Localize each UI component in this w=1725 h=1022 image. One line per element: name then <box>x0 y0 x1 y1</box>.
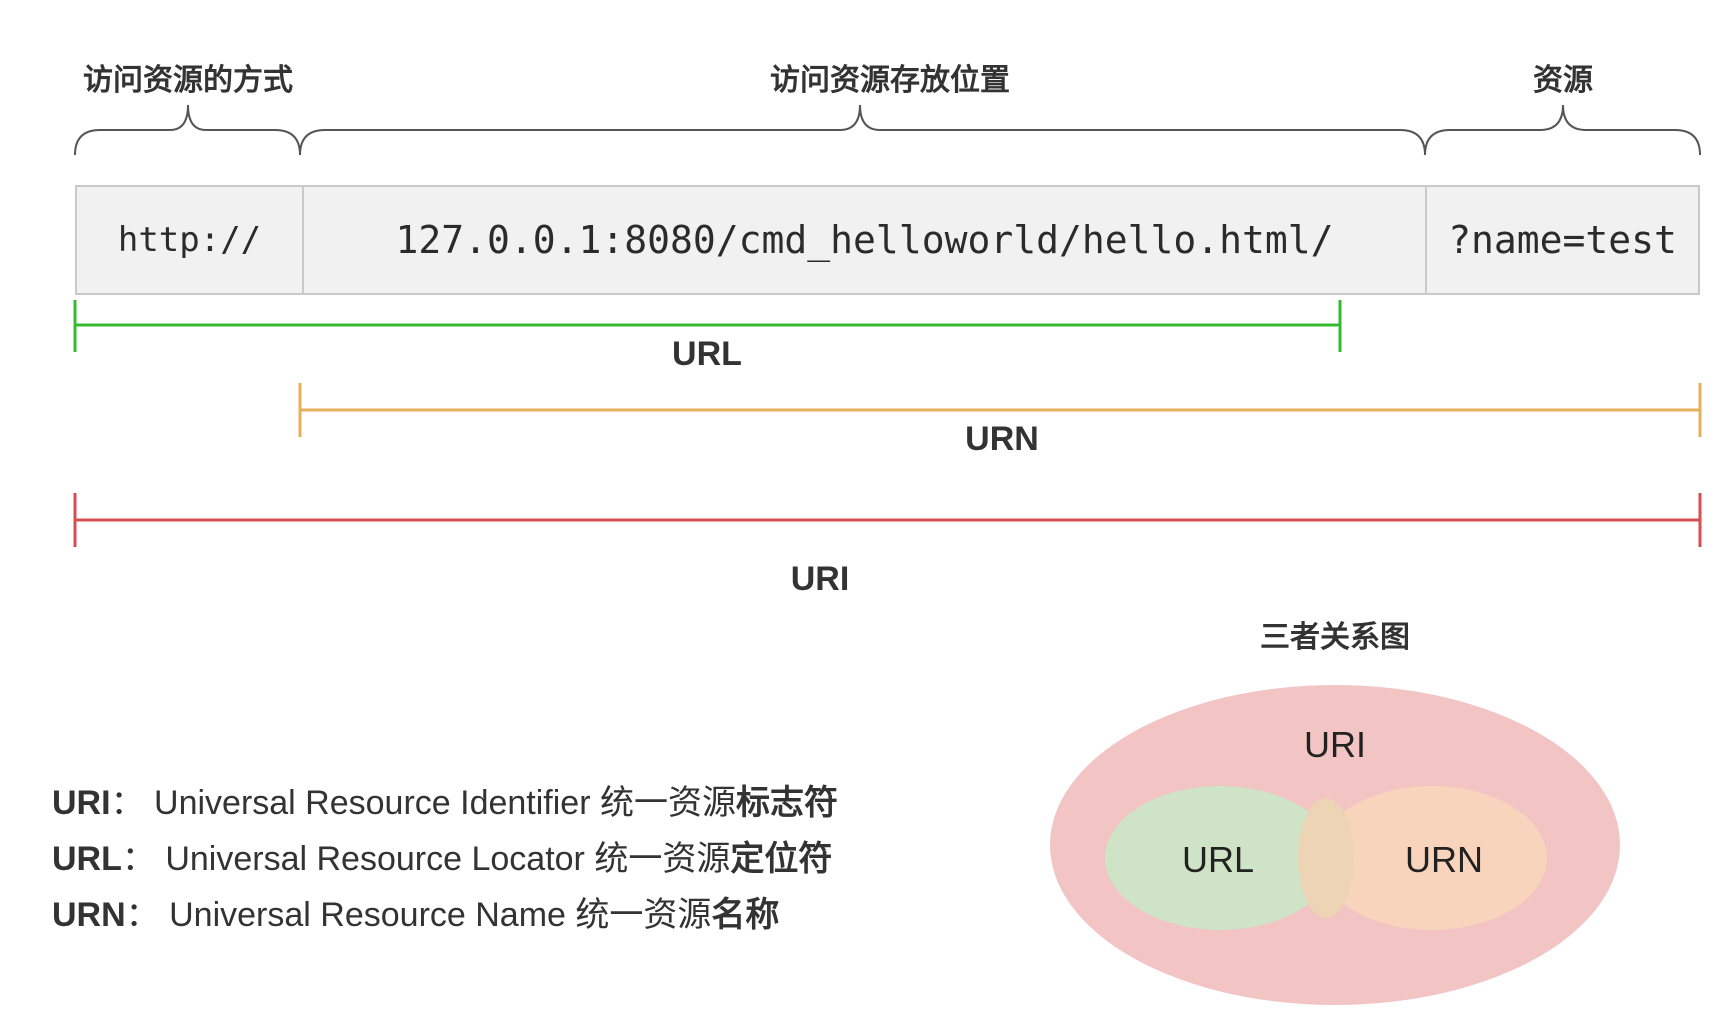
legend-abbr: URN <box>52 896 126 934</box>
venn-uri-label: URI <box>1304 724 1366 765</box>
url-path: 127.0.0.1:8080/cmd_helloworld/hello.html… <box>395 218 1334 262</box>
venn-diagram: URI URL URN <box>1050 685 1620 1005</box>
legend-zh: 统一资源 <box>575 896 712 934</box>
venn-urn-label: URN <box>1405 839 1483 880</box>
label-access-method: 访问资源的方式 <box>83 63 293 98</box>
urn-range-label: URN <box>965 420 1039 458</box>
legend-zh-bold: 名称 <box>711 896 780 934</box>
legend-item-urn: URN： Universal Resource Name 统一资源名称 <box>52 887 838 943</box>
legend-full: Universal Resource Identifier <box>154 784 591 822</box>
brace-location <box>299 104 1426 156</box>
uri-range-label: URI <box>790 560 850 598</box>
legend-zh: 统一资源 <box>600 784 736 822</box>
venn-url-label: URL <box>1182 839 1254 880</box>
url-range-label: URL <box>672 335 742 373</box>
legend-abbr: URI <box>52 784 111 822</box>
legend-zh: 统一资源 <box>594 840 731 878</box>
legend: URI： Universal Resource Identifier 统一资源标… <box>52 775 838 943</box>
url-query: ?name=test <box>1448 218 1677 262</box>
legend-item-url: URL： Universal Resource Locator 统一资源定位符 <box>52 831 838 887</box>
overlap-region <box>1298 798 1354 918</box>
legend-zh-bold: 标志符 <box>736 784 838 822</box>
legend-item-uri: URI： Universal Resource Identifier 统一资源标… <box>52 775 838 831</box>
legend-abbr: URL <box>52 840 122 878</box>
legend-sep: ： <box>110 784 145 822</box>
range-lines <box>73 300 1702 547</box>
diagram-title: 三者关系图 <box>1260 620 1410 655</box>
legend-sep: ： <box>125 896 160 934</box>
legend-full: Universal Resource Name <box>169 896 566 934</box>
brace-scheme <box>74 104 301 156</box>
legend-full: Universal Resource Locator <box>165 840 585 878</box>
legend-sep: ： <box>121 840 156 878</box>
url-scheme: http:// <box>117 220 262 260</box>
legend-zh-bold: 定位符 <box>730 840 833 878</box>
label-resource: 资源 <box>1533 63 1593 98</box>
label-storage-location: 访问资源存放位置 <box>770 63 1010 98</box>
url-bar: http:// 127.0.0.1:8080/cmd_helloworld/he… <box>75 185 1700 295</box>
brace-resource <box>1424 104 1701 156</box>
uri-range-line <box>73 493 1702 547</box>
